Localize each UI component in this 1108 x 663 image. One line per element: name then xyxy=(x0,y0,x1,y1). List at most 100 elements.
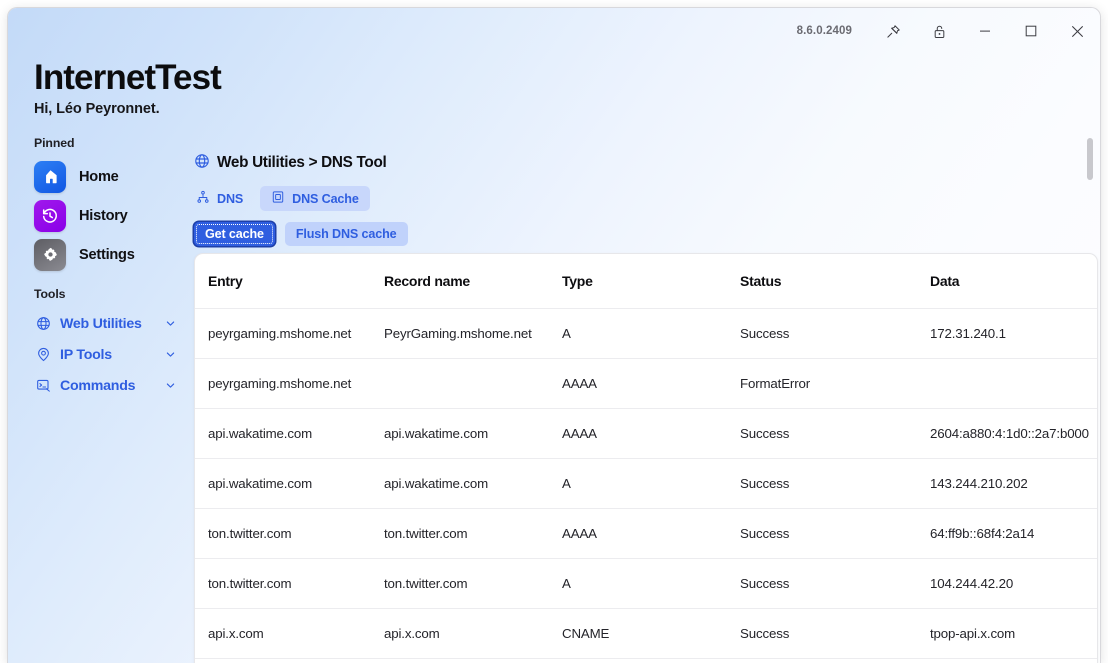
location-pin-icon xyxy=(34,347,53,362)
cell-record-name: ton.twitter.com xyxy=(371,508,549,559)
app-window: 8.6.0.2409 InternetTest Hi, Léo Peyronne… xyxy=(8,8,1100,663)
cell-data: 172.31.240.1 xyxy=(917,308,1097,359)
sidebar-item-ip-tools[interactable]: IP Tools xyxy=(34,339,180,370)
sidebar-item-home[interactable]: Home xyxy=(34,157,184,196)
column-header-type[interactable]: Type xyxy=(549,254,727,309)
cell-status: Success xyxy=(727,608,917,659)
cell-status: FormatError xyxy=(727,358,917,409)
cell-entry: peyrgaming.mshome.net xyxy=(195,308,371,359)
get-cache-button[interactable]: Get cache xyxy=(194,222,275,246)
sidebar-item-history-label: History xyxy=(79,207,128,224)
cell-type: CNAME xyxy=(549,608,727,659)
minimize-button[interactable] xyxy=(962,8,1008,54)
dns-cache-table: Entry Record name Type Status Data peyrg… xyxy=(195,254,1097,659)
globe-icon xyxy=(194,153,210,174)
tab-strip: DNS DNS Cache xyxy=(194,186,1100,211)
action-button-row: Get cache Flush DNS cache xyxy=(194,222,1100,246)
maximize-button[interactable] xyxy=(1008,8,1054,54)
cell-entry: api.wakatime.com xyxy=(195,408,371,459)
cache-card-icon xyxy=(271,190,285,207)
cell-entry: ton.twitter.com xyxy=(195,558,371,609)
close-button[interactable] xyxy=(1054,8,1100,54)
table-row[interactable]: peyrgaming.mshome.net AAAA FormatError xyxy=(195,358,1097,409)
sidebar-item-ip-tools-label: IP Tools xyxy=(60,346,112,363)
column-header-entry[interactable]: Entry xyxy=(195,254,371,309)
sidebar-item-home-label: Home xyxy=(79,168,119,185)
sidebar-item-commands-label: Commands xyxy=(60,377,136,394)
greeting-text: Hi, Léo Peyronnet. xyxy=(34,101,160,118)
cell-entry: api.x.com xyxy=(195,608,371,659)
globe-icon xyxy=(34,316,53,331)
cell-data: 104.244.42.20 xyxy=(917,558,1097,609)
table-row[interactable]: api.wakatime.com api.wakatime.com AAAA S… xyxy=(195,408,1097,459)
cell-status: Success xyxy=(727,308,917,359)
breadcrumb-text: Web Utilities > DNS Tool xyxy=(217,154,387,171)
unlock-icon[interactable] xyxy=(916,8,962,54)
table-row[interactable]: ton.twitter.com ton.twitter.com A Succes… xyxy=(195,558,1097,609)
pinned-section-label: Pinned xyxy=(34,136,75,150)
cell-status: Success xyxy=(727,458,917,509)
cell-record-name: api.wakatime.com xyxy=(371,458,549,509)
gear-icon xyxy=(34,238,66,271)
chevron-down-icon xyxy=(165,318,176,329)
cell-entry: api.wakatime.com xyxy=(195,458,371,509)
home-icon xyxy=(34,160,66,193)
sidebar-item-web-utilities-label: Web Utilities xyxy=(60,315,142,332)
sidebar-item-history[interactable]: History xyxy=(34,196,184,235)
cell-record-name: PeyrGaming.mshome.net xyxy=(371,308,549,359)
cell-record-name: ton.twitter.com xyxy=(371,558,549,609)
table-row[interactable]: api.wakatime.com api.wakatime.com A Succ… xyxy=(195,458,1097,509)
tab-dns-cache-label: DNS Cache xyxy=(292,191,359,206)
tab-dns-label: DNS xyxy=(217,191,244,206)
hierarchy-icon xyxy=(196,190,210,207)
dns-cache-table-card: Entry Record name Type Status Data peyrg… xyxy=(194,253,1098,663)
table-row[interactable]: ton.twitter.com ton.twitter.com AAAA Suc… xyxy=(195,508,1097,559)
chevron-down-icon xyxy=(165,380,176,391)
table-row[interactable]: peyrgaming.mshome.net PeyrGaming.mshome.… xyxy=(195,308,1097,359)
tools-section-label: Tools xyxy=(34,287,66,301)
cell-type: AAAA xyxy=(549,408,727,459)
app-header: InternetTest Hi, Léo Peyronnet. xyxy=(34,58,222,118)
table-header-row: Entry Record name Type Status Data xyxy=(195,254,1097,309)
history-icon xyxy=(34,199,66,232)
sidebar-item-settings[interactable]: Settings xyxy=(34,235,184,274)
cell-entry: ton.twitter.com xyxy=(195,508,371,559)
page-title: InternetTest xyxy=(34,58,222,97)
cell-record-name: api.x.com xyxy=(371,608,549,659)
column-header-record-name[interactable]: Record name xyxy=(371,254,549,309)
sidebar: Pinned Home History Settings Tools Web U… xyxy=(8,136,184,663)
cell-status: Success xyxy=(727,508,917,559)
cell-entry: peyrgaming.mshome.net xyxy=(195,358,371,409)
cell-status: Success xyxy=(727,558,917,609)
cell-type: AAAA xyxy=(549,358,727,409)
vertical-scrollbar[interactable] xyxy=(1084,64,1096,663)
table-row[interactable]: api.x.com api.x.com CNAME Success tpop-a… xyxy=(195,608,1097,659)
cell-type: A xyxy=(549,458,727,509)
tab-dns-cache[interactable]: DNS Cache xyxy=(260,186,370,211)
cell-record-name: api.wakatime.com xyxy=(371,408,549,459)
table-body: peyrgaming.mshome.net PeyrGaming.mshome.… xyxy=(195,308,1097,659)
terminal-icon xyxy=(34,378,53,393)
vertical-scrollbar-thumb[interactable] xyxy=(1087,138,1093,180)
cell-type: AAAA xyxy=(549,508,727,559)
sidebar-item-web-utilities[interactable]: Web Utilities xyxy=(34,308,180,339)
flush-dns-cache-button[interactable]: Flush DNS cache xyxy=(284,222,408,246)
sidebar-item-commands[interactable]: Commands xyxy=(34,370,180,401)
column-header-status[interactable]: Status xyxy=(727,254,917,309)
cell-data: tpop-api.x.com xyxy=(917,608,1097,659)
cell-data xyxy=(917,358,1097,409)
cell-record-name xyxy=(371,358,549,409)
cell-data: 2604:a880:4:1d0::2a7:b000 xyxy=(917,408,1097,459)
breadcrumb[interactable]: Web Utilities > DNS Tool xyxy=(194,150,1100,176)
column-header-data[interactable]: Data xyxy=(917,254,1097,309)
main-content: Web Utilities > DNS Tool DNS DNS Cache G… xyxy=(194,136,1100,663)
sidebar-item-settings-label: Settings xyxy=(79,246,135,263)
cell-data: 143.244.210.202 xyxy=(917,458,1097,509)
title-bar: 8.6.0.2409 xyxy=(8,8,1100,54)
tab-dns[interactable]: DNS xyxy=(194,186,251,211)
cell-data: 64:ff9b::68f4:2a14 xyxy=(917,508,1097,559)
cell-type: A xyxy=(549,558,727,609)
pin-icon[interactable] xyxy=(870,8,916,54)
cell-status: Success xyxy=(727,408,917,459)
cell-type: A xyxy=(549,308,727,359)
